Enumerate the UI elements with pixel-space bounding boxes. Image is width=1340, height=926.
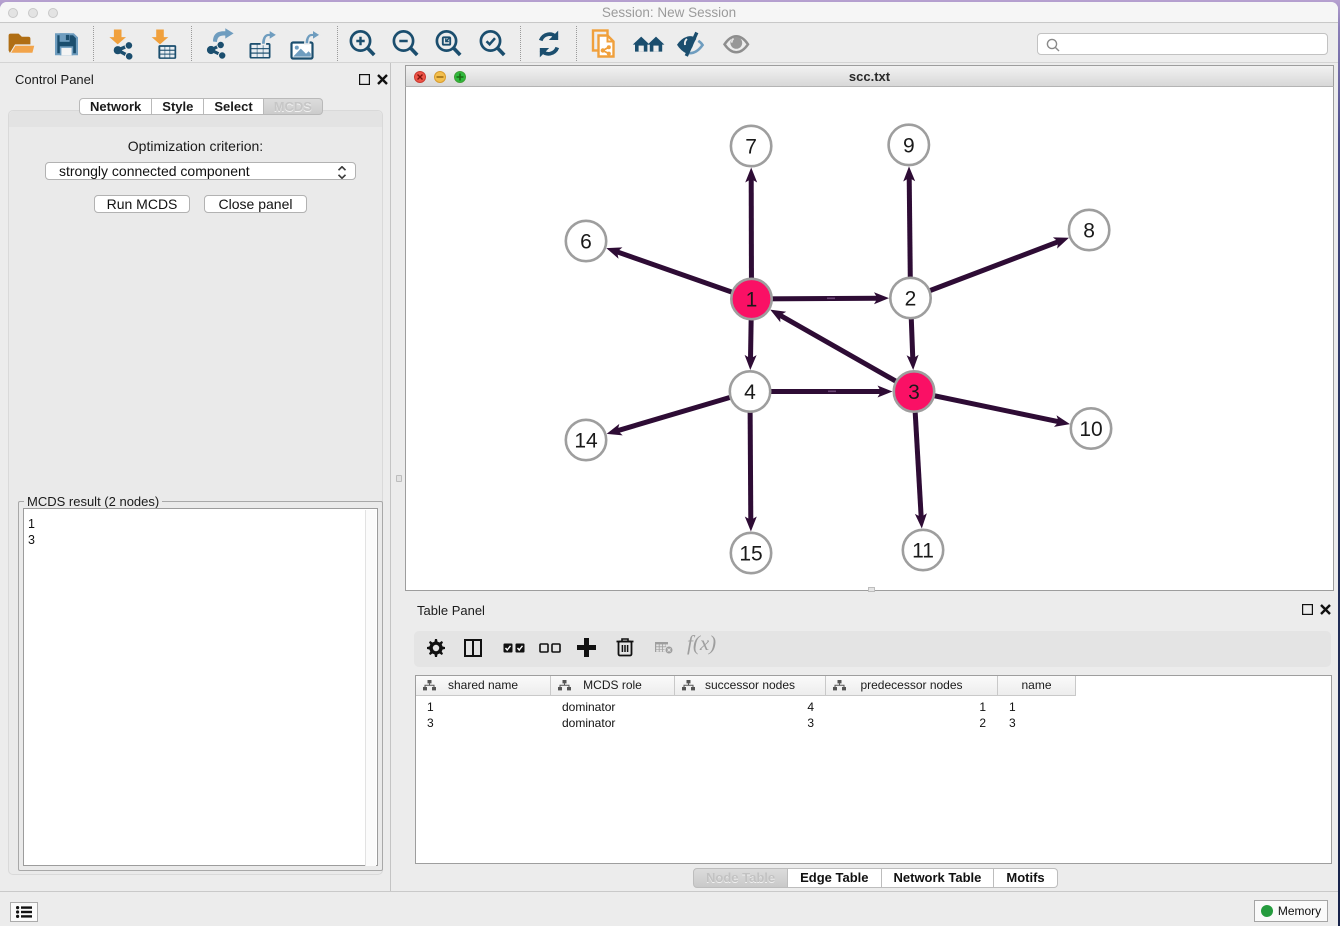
svg-text:10: 10 xyxy=(1079,418,1102,441)
svg-text:8: 8 xyxy=(1083,220,1095,243)
svg-text:f(x): f(x) xyxy=(687,634,716,655)
svg-text:7: 7 xyxy=(745,136,757,159)
svg-text:15: 15 xyxy=(739,543,762,566)
svg-text:4: 4 xyxy=(744,381,756,404)
svg-text:9: 9 xyxy=(903,134,915,157)
svg-text:3: 3 xyxy=(908,381,920,404)
svg-text:6: 6 xyxy=(580,231,592,254)
svg-text:14: 14 xyxy=(574,430,598,453)
svg-text:1: 1 xyxy=(746,289,758,312)
svg-text:11: 11 xyxy=(912,540,934,563)
svg-text:2: 2 xyxy=(905,288,917,311)
